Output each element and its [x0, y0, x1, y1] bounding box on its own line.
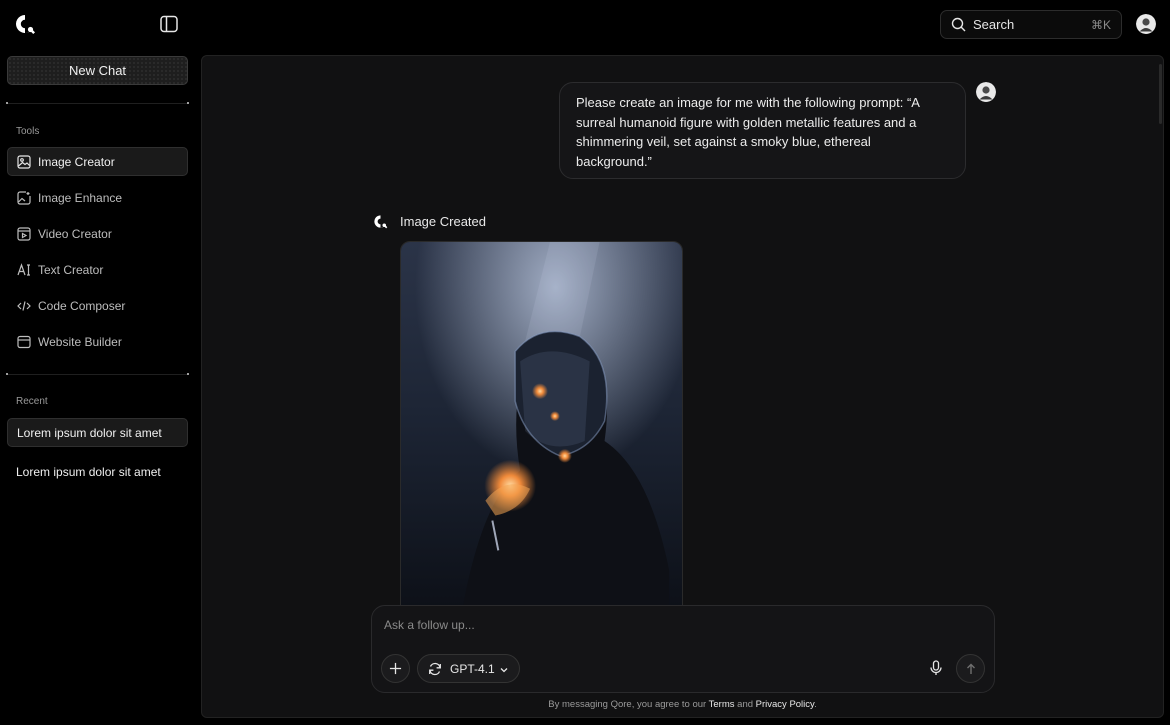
sidebar: New Chat Tools Image Creator Image Enhan…: [0, 48, 195, 725]
model-label: GPT-4.1: [450, 661, 495, 676]
image-icon: [17, 154, 31, 169]
sidebar-item-label: Image Creator: [38, 154, 115, 169]
search-button[interactable]: Search ⌘K: [940, 10, 1122, 39]
follow-up-input[interactable]: [384, 614, 924, 636]
microphone-button[interactable]: [926, 658, 946, 678]
qore-logo-icon[interactable]: [14, 13, 36, 35]
sidebar-item-code-composer[interactable]: Code Composer: [7, 291, 188, 320]
search-label: Search: [973, 17, 1015, 32]
message-composer: GPT-4.1: [371, 605, 995, 693]
tools-section-label: Tools: [16, 126, 40, 137]
image-enhance-icon: [17, 190, 31, 205]
response-title: Image Created: [400, 214, 486, 229]
attach-button[interactable]: [381, 654, 410, 683]
microphone-icon: [930, 660, 942, 675]
sidebar-item-text-creator[interactable]: Text Creator: [7, 255, 188, 284]
sidebar-item-label: Video Creator: [38, 226, 112, 241]
search-icon: [951, 17, 966, 32]
model-selector[interactable]: GPT-4.1: [417, 654, 520, 683]
new-chat-button[interactable]: New Chat: [7, 56, 188, 85]
terms-link[interactable]: Terms: [709, 699, 735, 710]
refresh-icon: [428, 662, 442, 676]
privacy-policy-link[interactable]: Privacy Policy: [756, 699, 814, 710]
send-button[interactable]: [956, 654, 985, 683]
user-message-bubble: Please create an image for me with the f…: [559, 82, 966, 179]
recent-section-label: Recent: [16, 396, 48, 407]
divider: [6, 373, 189, 375]
text-icon: [17, 262, 31, 277]
sidebar-item-label: Website Builder: [38, 334, 122, 349]
plus-icon: [389, 662, 402, 675]
divider: [6, 102, 189, 104]
search-shortcut: ⌘K: [1090, 17, 1111, 32]
disclaimer-text: By messaging Qore, you agree to our: [548, 699, 709, 710]
chat-panel: Please create an image for me with the f…: [201, 55, 1164, 718]
user-avatar[interactable]: [1136, 14, 1156, 34]
user-message-avatar: [976, 82, 996, 102]
sidebar-item-image-creator[interactable]: Image Creator: [7, 147, 188, 176]
sidebar-toggle-icon[interactable]: [159, 14, 179, 34]
sidebar-item-label: Image Enhance: [38, 190, 123, 205]
terms-disclaimer: By messaging Qore, you agree to our Term…: [202, 699, 1163, 710]
assistant-logo-icon: [373, 214, 388, 229]
generated-image[interactable]: [400, 241, 683, 621]
sidebar-item-image-enhance[interactable]: Image Enhance: [7, 183, 188, 212]
sidebar-item-label: Code Composer: [38, 298, 126, 313]
scrollbar[interactable]: [1159, 64, 1162, 124]
arrow-up-icon: [966, 663, 975, 674]
sidebar-item-website-builder[interactable]: Website Builder: [7, 327, 188, 356]
chevron-down-icon: [499, 664, 509, 674]
recent-chat-item[interactable]: Lorem ipsum dolor sit amet: [7, 418, 188, 447]
video-icon: [17, 226, 31, 241]
recent-chat-item[interactable]: Lorem ipsum dolor sit amet: [7, 457, 188, 486]
disclaimer-text: .: [814, 699, 817, 710]
browser-icon: [17, 335, 31, 349]
sidebar-item-label: Text Creator: [38, 262, 104, 277]
sidebar-item-video-creator[interactable]: Video Creator: [7, 219, 188, 248]
disclaimer-text: and: [734, 699, 756, 710]
code-icon: [17, 299, 31, 313]
